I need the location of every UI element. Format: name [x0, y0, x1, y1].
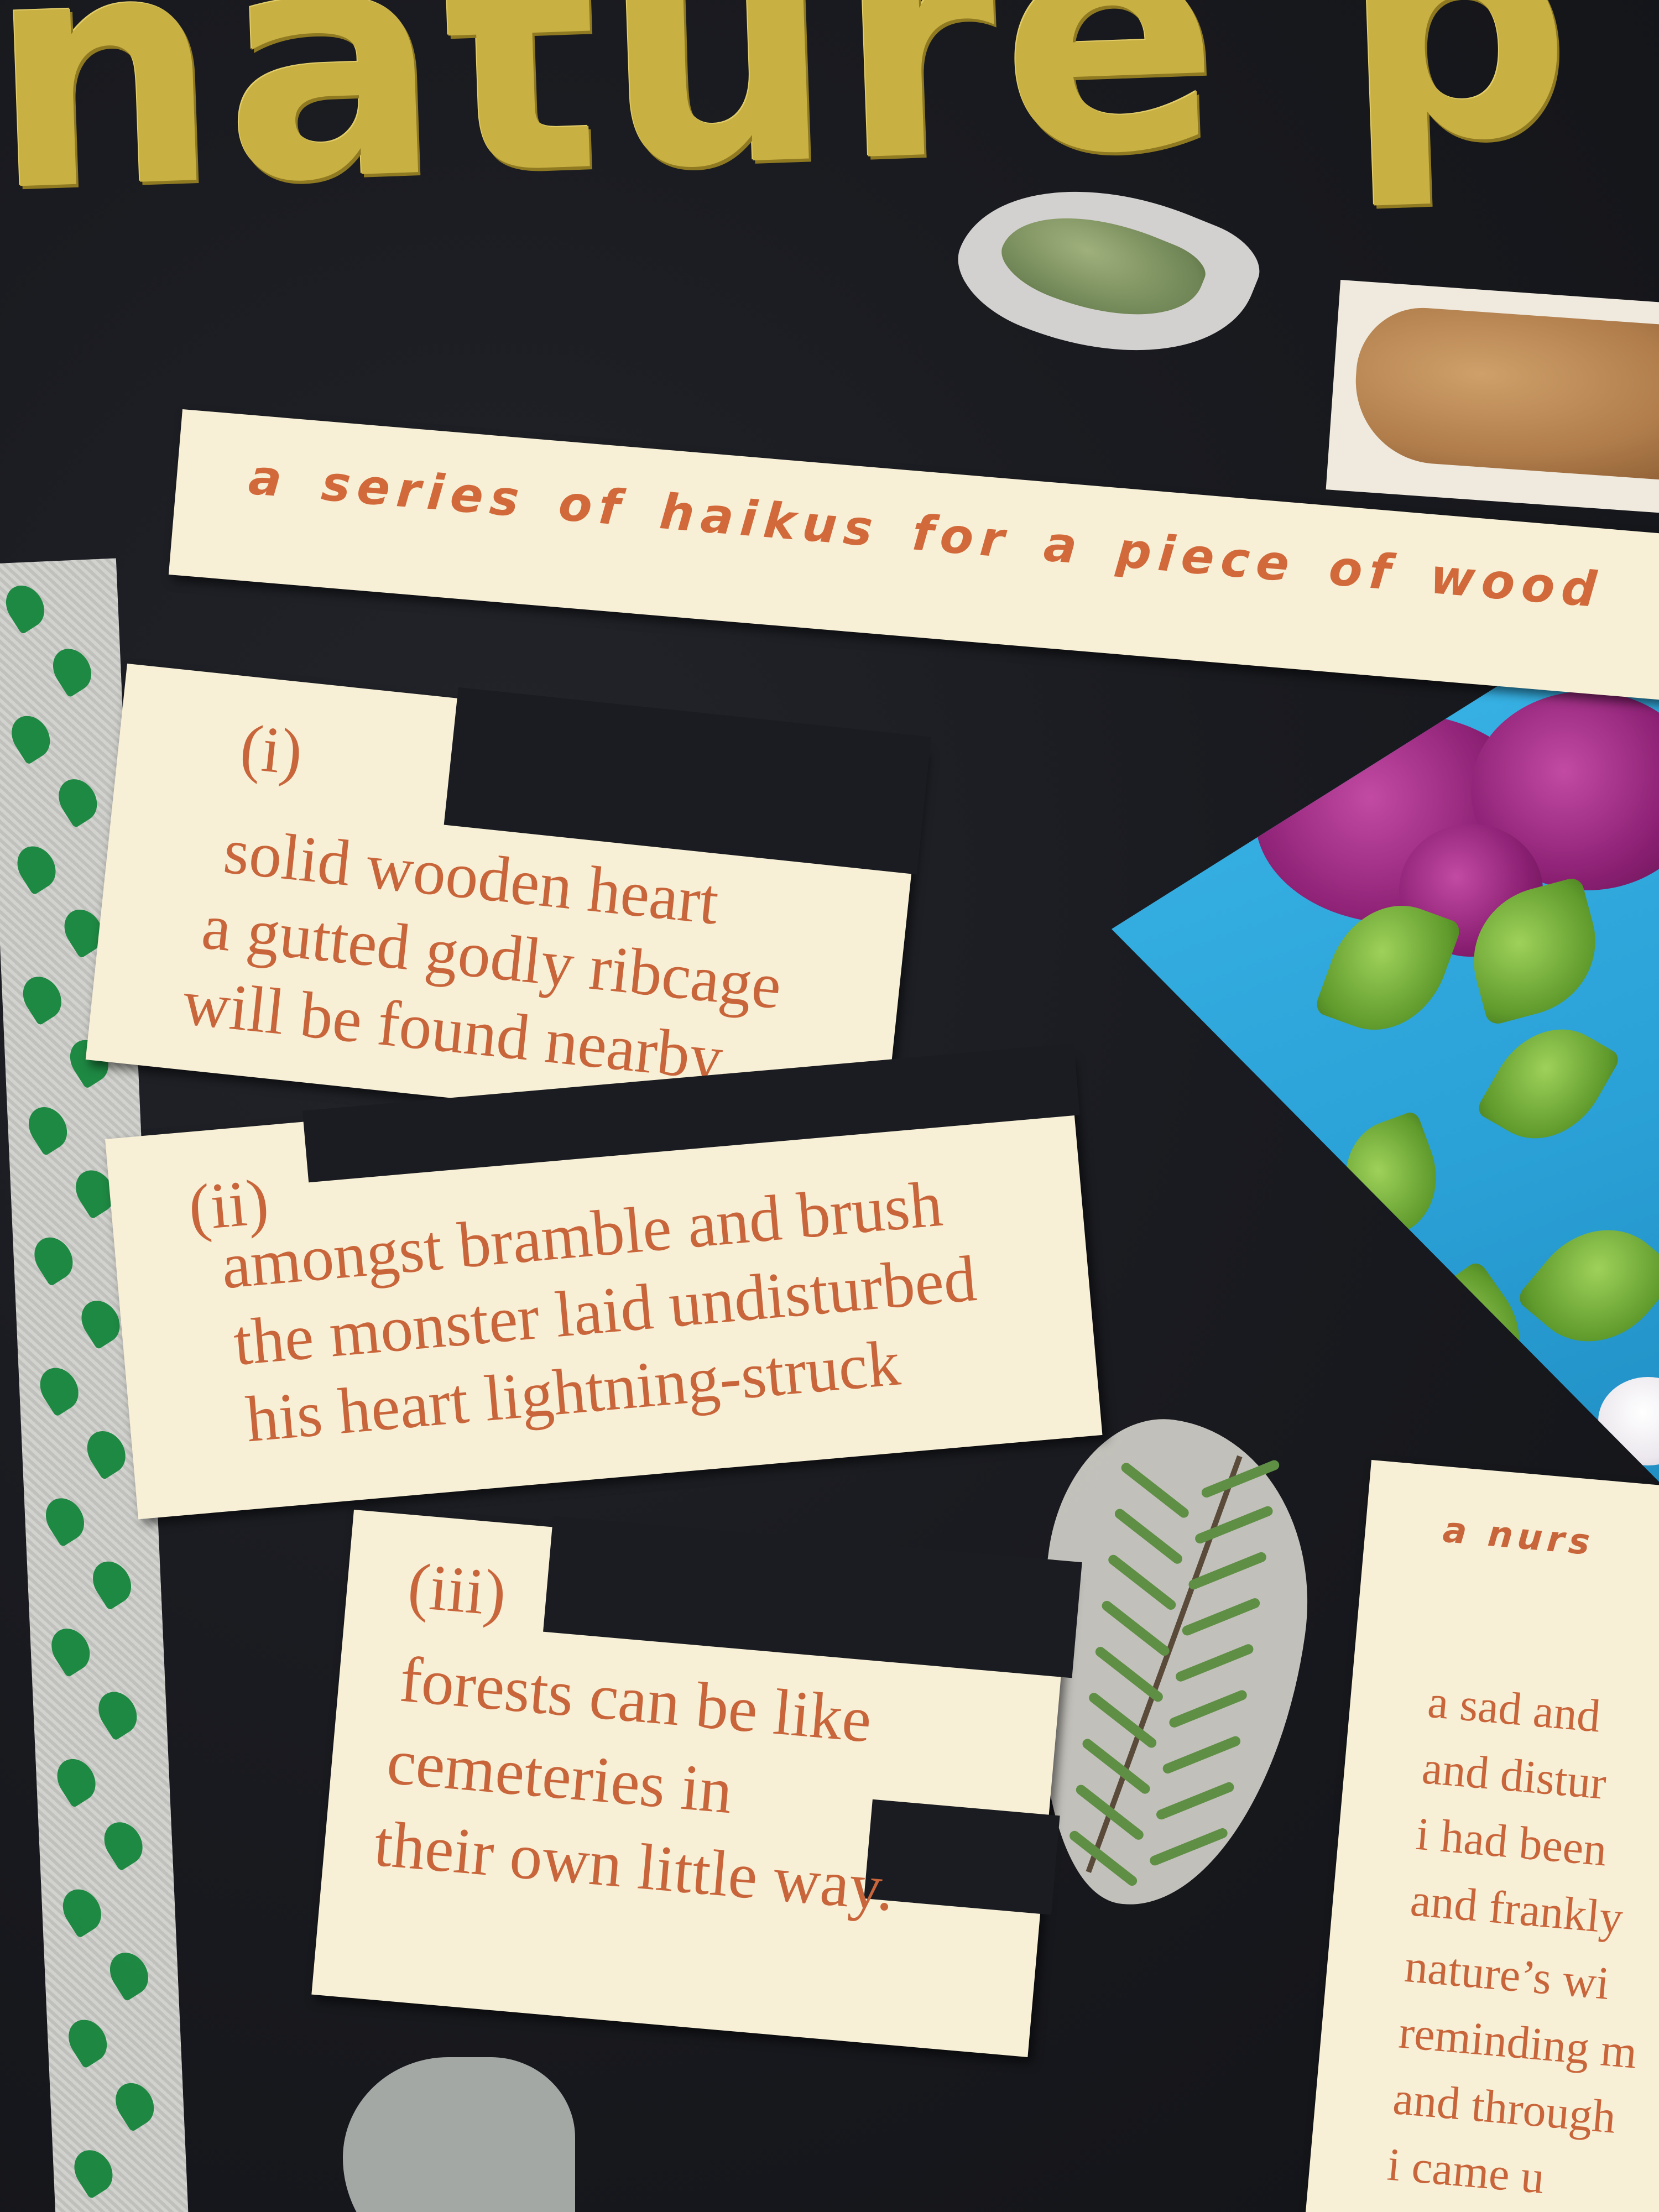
fern-frond — [1167, 1688, 1249, 1729]
card-line: nature’s wi — [1402, 1940, 1612, 2010]
tape-dot — [21, 1099, 75, 1156]
card-line: i had been — [1414, 1808, 1609, 1876]
card-line: reminding m — [1396, 2006, 1640, 2079]
card-heading: a nurs — [1441, 1509, 1596, 1564]
fern-frond — [1161, 1734, 1242, 1775]
collage-board: nature p a series of haikus for a piece … — [0, 0, 1659, 2212]
lilac-photo-cutout — [1112, 680, 1659, 1510]
tape-dot — [85, 1554, 139, 1611]
wood-photo-cutout — [1326, 280, 1659, 517]
card-line: a sad and — [1426, 1676, 1603, 1743]
haiku-card-3: (iii) forests can be like cemeteries in … — [311, 1510, 1082, 2057]
fern-frond — [1155, 1781, 1236, 1821]
tape-dot — [51, 772, 105, 828]
haiku-number: (iii) — [405, 1549, 509, 1630]
tape-dot — [108, 2075, 162, 2132]
fern-frond — [1074, 1782, 1146, 1842]
fern-frond — [1093, 1645, 1165, 1704]
bottom-leaf-sticker — [343, 2057, 575, 2212]
fern-frond — [1148, 1827, 1229, 1867]
fern-frond — [1200, 1458, 1281, 1499]
tape-dot — [66, 2143, 121, 2200]
fern-frond — [1119, 1460, 1191, 1520]
tape-dot — [91, 1684, 145, 1741]
tape-dot — [55, 1882, 109, 1939]
painted-title: nature p — [0, 0, 1583, 263]
tape-dot — [27, 1230, 81, 1287]
nursery-text-card: a nurs a sad and and distur i had been a… — [1299, 1460, 1659, 2212]
green-leaf — [1515, 1201, 1659, 1370]
tape-dot — [32, 1360, 86, 1417]
card-notch — [543, 1516, 1082, 1678]
fern-frond — [1106, 1553, 1178, 1612]
tape-dot — [9, 839, 64, 896]
tape-dot — [61, 2012, 115, 2069]
card-line: and distur — [1420, 1742, 1609, 1810]
wood-piece-image — [1350, 303, 1659, 483]
fern-frond — [1174, 1642, 1255, 1683]
haiku-number: (i) — [237, 710, 306, 789]
haiku-line: their own little way. — [371, 1807, 898, 1925]
tape-dot — [113, 2206, 168, 2212]
tape-dot — [0, 578, 52, 635]
green-leaf — [1475, 1006, 1622, 1162]
fern-frond — [1193, 1504, 1275, 1545]
tape-dot — [38, 1491, 92, 1548]
tape-dot — [15, 969, 69, 1026]
green-leaf — [1397, 1259, 1545, 1412]
tape-dot — [44, 1621, 98, 1678]
fern-frond — [1113, 1506, 1185, 1566]
fern-frond — [1099, 1599, 1172, 1658]
white-blossom — [1598, 1377, 1659, 1465]
tape-dot — [96, 1815, 150, 1872]
tape-dot — [49, 1751, 103, 1808]
tape-dot — [4, 708, 58, 765]
card-line: i came u — [1385, 2138, 1547, 2204]
green-leaf — [1327, 1109, 1454, 1246]
tape-dot — [45, 641, 99, 698]
haiku-card-2: (ii) amongst bramble and brush the monst… — [105, 1043, 1103, 1520]
card-line: and frankly — [1408, 1874, 1625, 1944]
tape-dot — [102, 1945, 156, 2002]
tape-dot — [79, 1423, 133, 1480]
card-line: and through — [1391, 2073, 1618, 2143]
fern-frond — [1181, 1597, 1261, 1637]
